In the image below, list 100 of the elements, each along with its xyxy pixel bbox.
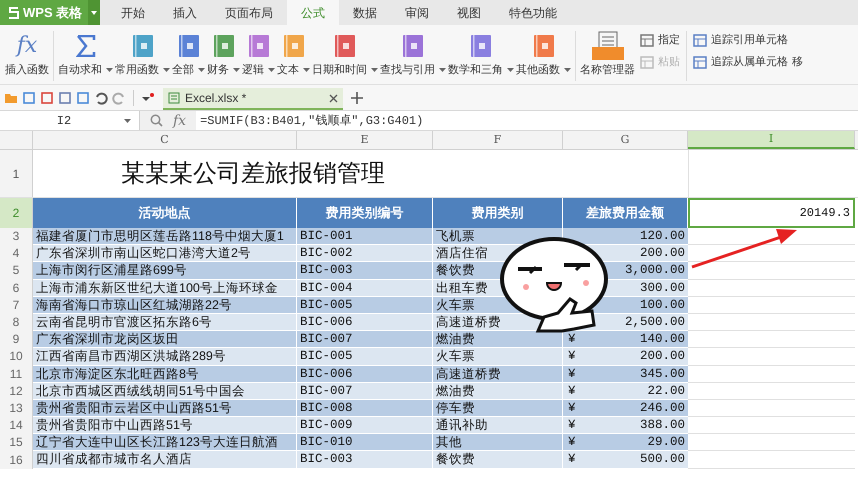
table-cell: BIC-006 [297, 366, 433, 383]
row-header[interactable]: 12 [0, 382, 33, 400]
table-cell: 广东省深圳市龙岗区坂田 [33, 331, 297, 348]
customize-icon[interactable] [141, 92, 155, 104]
ribbon-tab[interactable]: 审阅 [391, 0, 443, 25]
row-header[interactable]: 14 [0, 417, 33, 434]
name-box[interactable]: I2 [0, 111, 140, 130]
ribbon-small-button[interactable]: 追踪从属单元格 [693, 54, 788, 70]
column-heading: 费用类别 [433, 198, 563, 228]
ribbon-button[interactable]: 查找与引用 [379, 31, 447, 77]
row-header[interactable]: 15 [0, 434, 33, 452]
ribbon-small-button[interactable]: 指定 [640, 32, 680, 48]
formula-input[interactable]: =SUMIF(B3:B401,"钱顺卓",G3:G401) [196, 111, 858, 130]
book-icon [248, 35, 268, 57]
column-heading: 费用类别编号 [297, 198, 433, 228]
ribbon-tab[interactable]: 特色功能 [495, 0, 571, 25]
table-cell: 3,000.00 [624, 262, 685, 279]
row-header[interactable]: 9 [0, 331, 33, 348]
ribbon-button-label[interactable]: 移 [792, 54, 803, 70]
column-heading: 差旅费用金额 [563, 198, 688, 228]
save-icon[interactable] [22, 90, 36, 104]
caret-icon [507, 68, 514, 72]
table-cell: 广东省深圳市南山区蛇口港湾大道2号 [33, 245, 297, 262]
table-cell: 燃油费 [433, 331, 563, 348]
plus-icon[interactable] [351, 92, 363, 104]
table-cell: BIC-003 [297, 451, 433, 469]
ribbon-button[interactable]: 数学和三角 [447, 31, 515, 77]
table-cell: BIC-010 [297, 434, 433, 452]
table-cell: 300.00 [640, 280, 685, 296]
spreadsheet-icon [168, 92, 180, 104]
table-cell: 贵州省贵阳市中山西路51号 [33, 417, 297, 434]
table-cell: BIC-007 [297, 382, 433, 400]
ribbon-tab[interactable]: 公式 [287, 0, 339, 25]
row-header[interactable]: 10 [0, 348, 33, 366]
preview-icon[interactable] [76, 90, 90, 104]
ribbon-button[interactable]: 全部 [171, 31, 206, 77]
ribbon-tab[interactable]: 页面布局 [211, 0, 287, 25]
ribbon-tab[interactable]: 视图 [443, 0, 495, 25]
row-header[interactable]: 7 [0, 296, 33, 314]
caret-icon [163, 68, 170, 72]
column-header[interactable]: E [297, 131, 433, 149]
table-cell: 北京市西城区西绒线胡同51号中国会 [33, 382, 297, 400]
ribbon-button[interactable]: fx 插入函数 [4, 31, 50, 77]
table-cell: 140.00 [640, 331, 685, 348]
table-cell: 火车票 [433, 348, 563, 366]
ribbon-small-button[interactable]: 追踪引用单元格 [693, 32, 788, 48]
table-cell: BIC-008 [297, 400, 433, 418]
table-cell: 贵州省贵阳市云岩区中山西路51号 [33, 400, 297, 418]
ribbon-button[interactable]: 文本 [276, 31, 311, 77]
caret-icon [268, 68, 275, 72]
ribbon-button[interactable]: 逻辑 [241, 31, 276, 77]
function-icon[interactable]: fx [173, 112, 186, 130]
caret-icon [91, 10, 97, 14]
caret-icon [303, 68, 310, 72]
book-icon [214, 35, 234, 57]
pdf-icon[interactable] [40, 90, 54, 104]
document-tab[interactable]: Excel.xlsx * [163, 88, 343, 110]
row-header[interactable]: 1 [0, 150, 33, 197]
table-cell: 云南省昆明市官渡区拓东路6号 [33, 314, 297, 332]
table-cell: 北京市海淀区东北旺西路8号 [33, 366, 297, 383]
ribbon-button[interactable]: 日期和时间 [311, 31, 379, 77]
row-header[interactable]: 4 [0, 245, 33, 262]
ribbon-tab[interactable]: 数据 [339, 0, 391, 25]
ribbon-button[interactable]: 常用函数 [114, 31, 171, 77]
table-cell: BIC-006 [297, 314, 433, 332]
ribbon-button[interactable]: 自动求和 [57, 31, 114, 77]
selected-cell[interactable]: 20149.3 [688, 198, 855, 228]
print-icon[interactable] [58, 90, 72, 104]
table-cell: 上海市闵行区浦星路699号 [33, 262, 297, 280]
row-header[interactable]: 8 [0, 314, 33, 332]
table-cell: 120.00 [640, 228, 685, 244]
ribbon-tab[interactable]: 开始 [107, 0, 159, 25]
undo-icon[interactable] [94, 90, 108, 104]
ribbon-button[interactable]: 财务 [206, 31, 241, 77]
table-cell: 上海市浦东新区世纪大道100号上海环球金 [33, 280, 297, 297]
ribbon-button[interactable]: 其他函数 [515, 31, 572, 77]
caret-icon [106, 68, 113, 72]
caret-icon [371, 68, 378, 72]
row-header[interactable]: 11 [0, 366, 33, 383]
ribbon-tab[interactable]: 插入 [159, 0, 211, 25]
caret-icon [564, 68, 571, 72]
table-cell: BIC-003 [297, 262, 433, 280]
clipboard-icon [640, 55, 654, 69]
table-cell: BIC-005 [297, 296, 433, 314]
caret-icon [198, 68, 205, 72]
close-icon[interactable] [329, 94, 338, 102]
row-header[interactable]: 3 [0, 228, 33, 246]
ribbon-button[interactable]: 名称管理器 [579, 31, 636, 77]
book-icon [534, 35, 554, 57]
row-header[interactable]: 16 [0, 451, 33, 469]
row-header[interactable]: 5 [0, 262, 33, 280]
currency-symbol: ¥ [567, 451, 576, 468]
column-header[interactable]: C [33, 131, 297, 149]
row-header[interactable]: 6 [0, 280, 33, 297]
table-cell: 246.00 [640, 400, 685, 416]
column-header[interactable]: F [433, 131, 563, 149]
table-cell: BIC-004 [297, 280, 433, 297]
zoom-icon[interactable] [150, 114, 163, 127]
table-cell: 停车费 [433, 400, 563, 418]
row-header[interactable]: 13 [0, 400, 33, 418]
